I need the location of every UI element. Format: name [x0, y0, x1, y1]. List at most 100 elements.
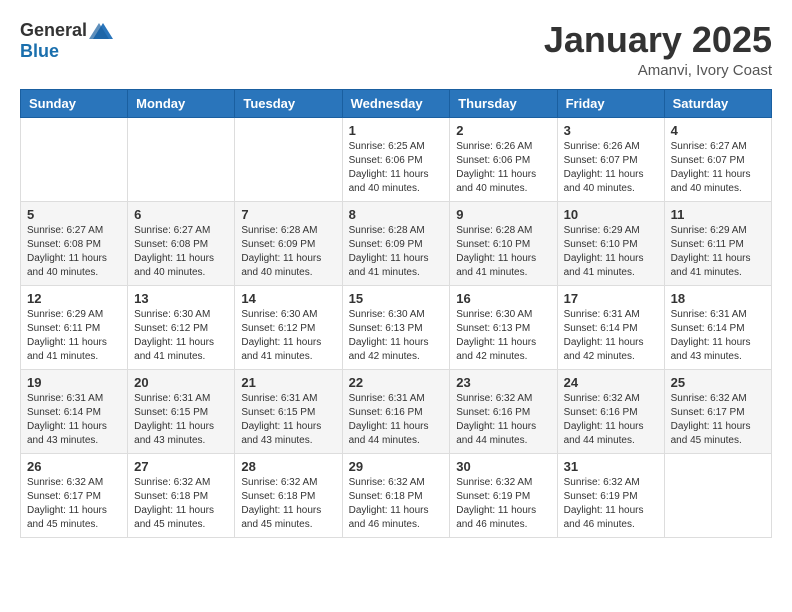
day-number: 12	[27, 291, 121, 306]
calendar-header-row: SundayMondayTuesdayWednesdayThursdayFrid…	[21, 89, 772, 117]
day-info: Sunrise: 6:30 AM Sunset: 6:12 PM Dayligh…	[134, 308, 228, 364]
calendar-cell: 23 Sunrise: 6:32 AM Sunset: 6:16 PM Dayli…	[450, 369, 557, 453]
logo: General Blue	[20, 20, 113, 62]
calendar-cell: 22 Sunrise: 6:31 AM Sunset: 6:16 PM Dayli…	[342, 369, 450, 453]
calendar-cell: 16Sunrise: 6:30 AM Sunset: 6:13 PM Dayli…	[450, 285, 557, 369]
day-number: 19	[27, 375, 121, 390]
day-number: 2	[456, 123, 550, 138]
calendar-cell: 3 Sunrise: 6:26 AM Sunset: 6:07 PM Daylig…	[557, 117, 664, 201]
day-info: Sunrise: 6:32 AM Sunset: 6:19 PM Dayligh…	[456, 476, 550, 532]
day-number: 22	[349, 375, 444, 390]
day-info: Sunrise: 6:32 AM Sunset: 6:18 PM Dayligh…	[241, 476, 335, 532]
day-info: Sunrise: 6:26 AM Sunset: 6:07 PM Dayligh…	[564, 140, 658, 196]
calendar-cell: 5 Sunrise: 6:27 AM Sunset: 6:08 PM Daylig…	[21, 201, 128, 285]
day-info: Sunrise: 6:31 AM Sunset: 6:15 PM Dayligh…	[134, 392, 228, 448]
day-number: 26	[27, 459, 121, 474]
day-number: 18	[671, 291, 765, 306]
day-number: 16	[456, 291, 550, 306]
calendar-cell: 2 Sunrise: 6:26 AM Sunset: 6:06 PM Daylig…	[450, 117, 557, 201]
day-number: 14	[241, 291, 335, 306]
day-info: Sunrise: 6:28 AM Sunset: 6:10 PM Dayligh…	[456, 224, 550, 280]
day-info: Sunrise: 6:30 AM Sunset: 6:13 PM Dayligh…	[349, 308, 444, 364]
calendar-cell	[21, 117, 128, 201]
logo-general-text: General	[20, 20, 87, 41]
calendar-cell: 15 Sunrise: 6:30 AM Sunset: 6:13 PM Dayli…	[342, 285, 450, 369]
day-number: 17	[564, 291, 658, 306]
day-info: Sunrise: 6:32 AM Sunset: 6:16 PM Dayligh…	[456, 392, 550, 448]
day-number: 3	[564, 123, 658, 138]
calendar-cell: 14 Sunrise: 6:30 AM Sunset: 6:12 PM Dayli…	[235, 285, 342, 369]
day-number: 25	[671, 375, 765, 390]
day-info: Sunrise: 6:28 AM Sunset: 6:09 PM Dayligh…	[349, 224, 444, 280]
day-info: Sunrise: 6:26 AM Sunset: 6:06 PM Dayligh…	[456, 140, 550, 196]
calendar-cell: 31Sunrise: 6:32 AM Sunset: 6:19 PM Dayli…	[557, 453, 664, 537]
day-info: Sunrise: 6:27 AM Sunset: 6:08 PM Dayligh…	[27, 224, 121, 280]
day-number: 4	[671, 123, 765, 138]
day-number: 21	[241, 375, 335, 390]
calendar-cell: 25 Sunrise: 6:32 AM Sunset: 6:17 PM Dayli…	[664, 369, 771, 453]
day-number: 1	[349, 123, 444, 138]
calendar-cell: 10Sunrise: 6:29 AM Sunset: 6:10 PM Dayli…	[557, 201, 664, 285]
calendar-week-row: 5 Sunrise: 6:27 AM Sunset: 6:08 PM Daylig…	[21, 201, 772, 285]
calendar-cell: 8 Sunrise: 6:28 AM Sunset: 6:09 PM Daylig…	[342, 201, 450, 285]
day-number: 5	[27, 207, 121, 222]
day-number: 11	[671, 207, 765, 222]
day-info: Sunrise: 6:29 AM Sunset: 6:11 PM Dayligh…	[27, 308, 121, 364]
weekday-header-wednesday: Wednesday	[342, 89, 450, 117]
day-info: Sunrise: 6:27 AM Sunset: 6:08 PM Dayligh…	[134, 224, 228, 280]
day-info: Sunrise: 6:32 AM Sunset: 6:16 PM Dayligh…	[564, 392, 658, 448]
day-info: Sunrise: 6:31 AM Sunset: 6:14 PM Dayligh…	[27, 392, 121, 448]
day-number: 24	[564, 375, 658, 390]
calendar-cell: 9 Sunrise: 6:28 AM Sunset: 6:10 PM Daylig…	[450, 201, 557, 285]
day-info: Sunrise: 6:32 AM Sunset: 6:17 PM Dayligh…	[27, 476, 121, 532]
day-info: Sunrise: 6:29 AM Sunset: 6:11 PM Dayligh…	[671, 224, 765, 280]
calendar-cell: 20 Sunrise: 6:31 AM Sunset: 6:15 PM Dayli…	[128, 369, 235, 453]
day-number: 30	[456, 459, 550, 474]
day-info: Sunrise: 6:32 AM Sunset: 6:18 PM Dayligh…	[134, 476, 228, 532]
calendar-cell: 12 Sunrise: 6:29 AM Sunset: 6:11 PM Dayli…	[21, 285, 128, 369]
day-number: 23	[456, 375, 550, 390]
day-number: 20	[134, 375, 228, 390]
calendar-cell: 26 Sunrise: 6:32 AM Sunset: 6:17 PM Dayli…	[21, 453, 128, 537]
calendar-week-row: 1 Sunrise: 6:25 AM Sunset: 6:06 PM Daylig…	[21, 117, 772, 201]
day-number: 29	[349, 459, 444, 474]
day-info: Sunrise: 6:31 AM Sunset: 6:14 PM Dayligh…	[564, 308, 658, 364]
page-header: General Blue January 2025 Amanvi, Ivory …	[20, 20, 772, 79]
day-info: Sunrise: 6:31 AM Sunset: 6:16 PM Dayligh…	[349, 392, 444, 448]
day-info: Sunrise: 6:32 AM Sunset: 6:19 PM Dayligh…	[564, 476, 658, 532]
month-year-title: January 2025	[544, 20, 772, 60]
day-number: 9	[456, 207, 550, 222]
calendar-cell: 13 Sunrise: 6:30 AM Sunset: 6:12 PM Dayli…	[128, 285, 235, 369]
logo-icon	[89, 21, 113, 41]
calendar-cell: 18 Sunrise: 6:31 AM Sunset: 6:14 PM Dayli…	[664, 285, 771, 369]
weekday-header-saturday: Saturday	[664, 89, 771, 117]
day-number: 27	[134, 459, 228, 474]
calendar-cell: 1 Sunrise: 6:25 AM Sunset: 6:06 PM Daylig…	[342, 117, 450, 201]
day-number: 10	[564, 207, 658, 222]
weekday-header-monday: Monday	[128, 89, 235, 117]
calendar-cell: 21Sunrise: 6:31 AM Sunset: 6:15 PM Dayli…	[235, 369, 342, 453]
day-info: Sunrise: 6:25 AM Sunset: 6:06 PM Dayligh…	[349, 140, 444, 196]
day-info: Sunrise: 6:32 AM Sunset: 6:18 PM Dayligh…	[349, 476, 444, 532]
calendar-week-row: 19 Sunrise: 6:31 AM Sunset: 6:14 PM Dayli…	[21, 369, 772, 453]
calendar-cell: 17 Sunrise: 6:31 AM Sunset: 6:14 PM Dayli…	[557, 285, 664, 369]
day-number: 15	[349, 291, 444, 306]
calendar-week-row: 26 Sunrise: 6:32 AM Sunset: 6:17 PM Dayli…	[21, 453, 772, 537]
day-number: 13	[134, 291, 228, 306]
calendar-cell: 29 Sunrise: 6:32 AM Sunset: 6:18 PM Dayli…	[342, 453, 450, 537]
weekday-header-sunday: Sunday	[21, 89, 128, 117]
day-info: Sunrise: 6:31 AM Sunset: 6:14 PM Dayligh…	[671, 308, 765, 364]
day-number: 8	[349, 207, 444, 222]
calendar-cell	[235, 117, 342, 201]
logo-blue-text: Blue	[20, 41, 59, 62]
calendar-table: SundayMondayTuesdayWednesdayThursdayFrid…	[20, 89, 772, 538]
calendar-cell: 7Sunrise: 6:28 AM Sunset: 6:09 PM Daylig…	[235, 201, 342, 285]
calendar-cell: 30 Sunrise: 6:32 AM Sunset: 6:19 PM Dayli…	[450, 453, 557, 537]
day-number: 28	[241, 459, 335, 474]
day-info: Sunrise: 6:30 AM Sunset: 6:12 PM Dayligh…	[241, 308, 335, 364]
location-subtitle: Amanvi, Ivory Coast	[544, 62, 772, 79]
calendar-cell: 4Sunrise: 6:27 AM Sunset: 6:07 PM Daylig…	[664, 117, 771, 201]
day-number: 7	[241, 207, 335, 222]
weekday-header-thursday: Thursday	[450, 89, 557, 117]
day-info: Sunrise: 6:32 AM Sunset: 6:17 PM Dayligh…	[671, 392, 765, 448]
